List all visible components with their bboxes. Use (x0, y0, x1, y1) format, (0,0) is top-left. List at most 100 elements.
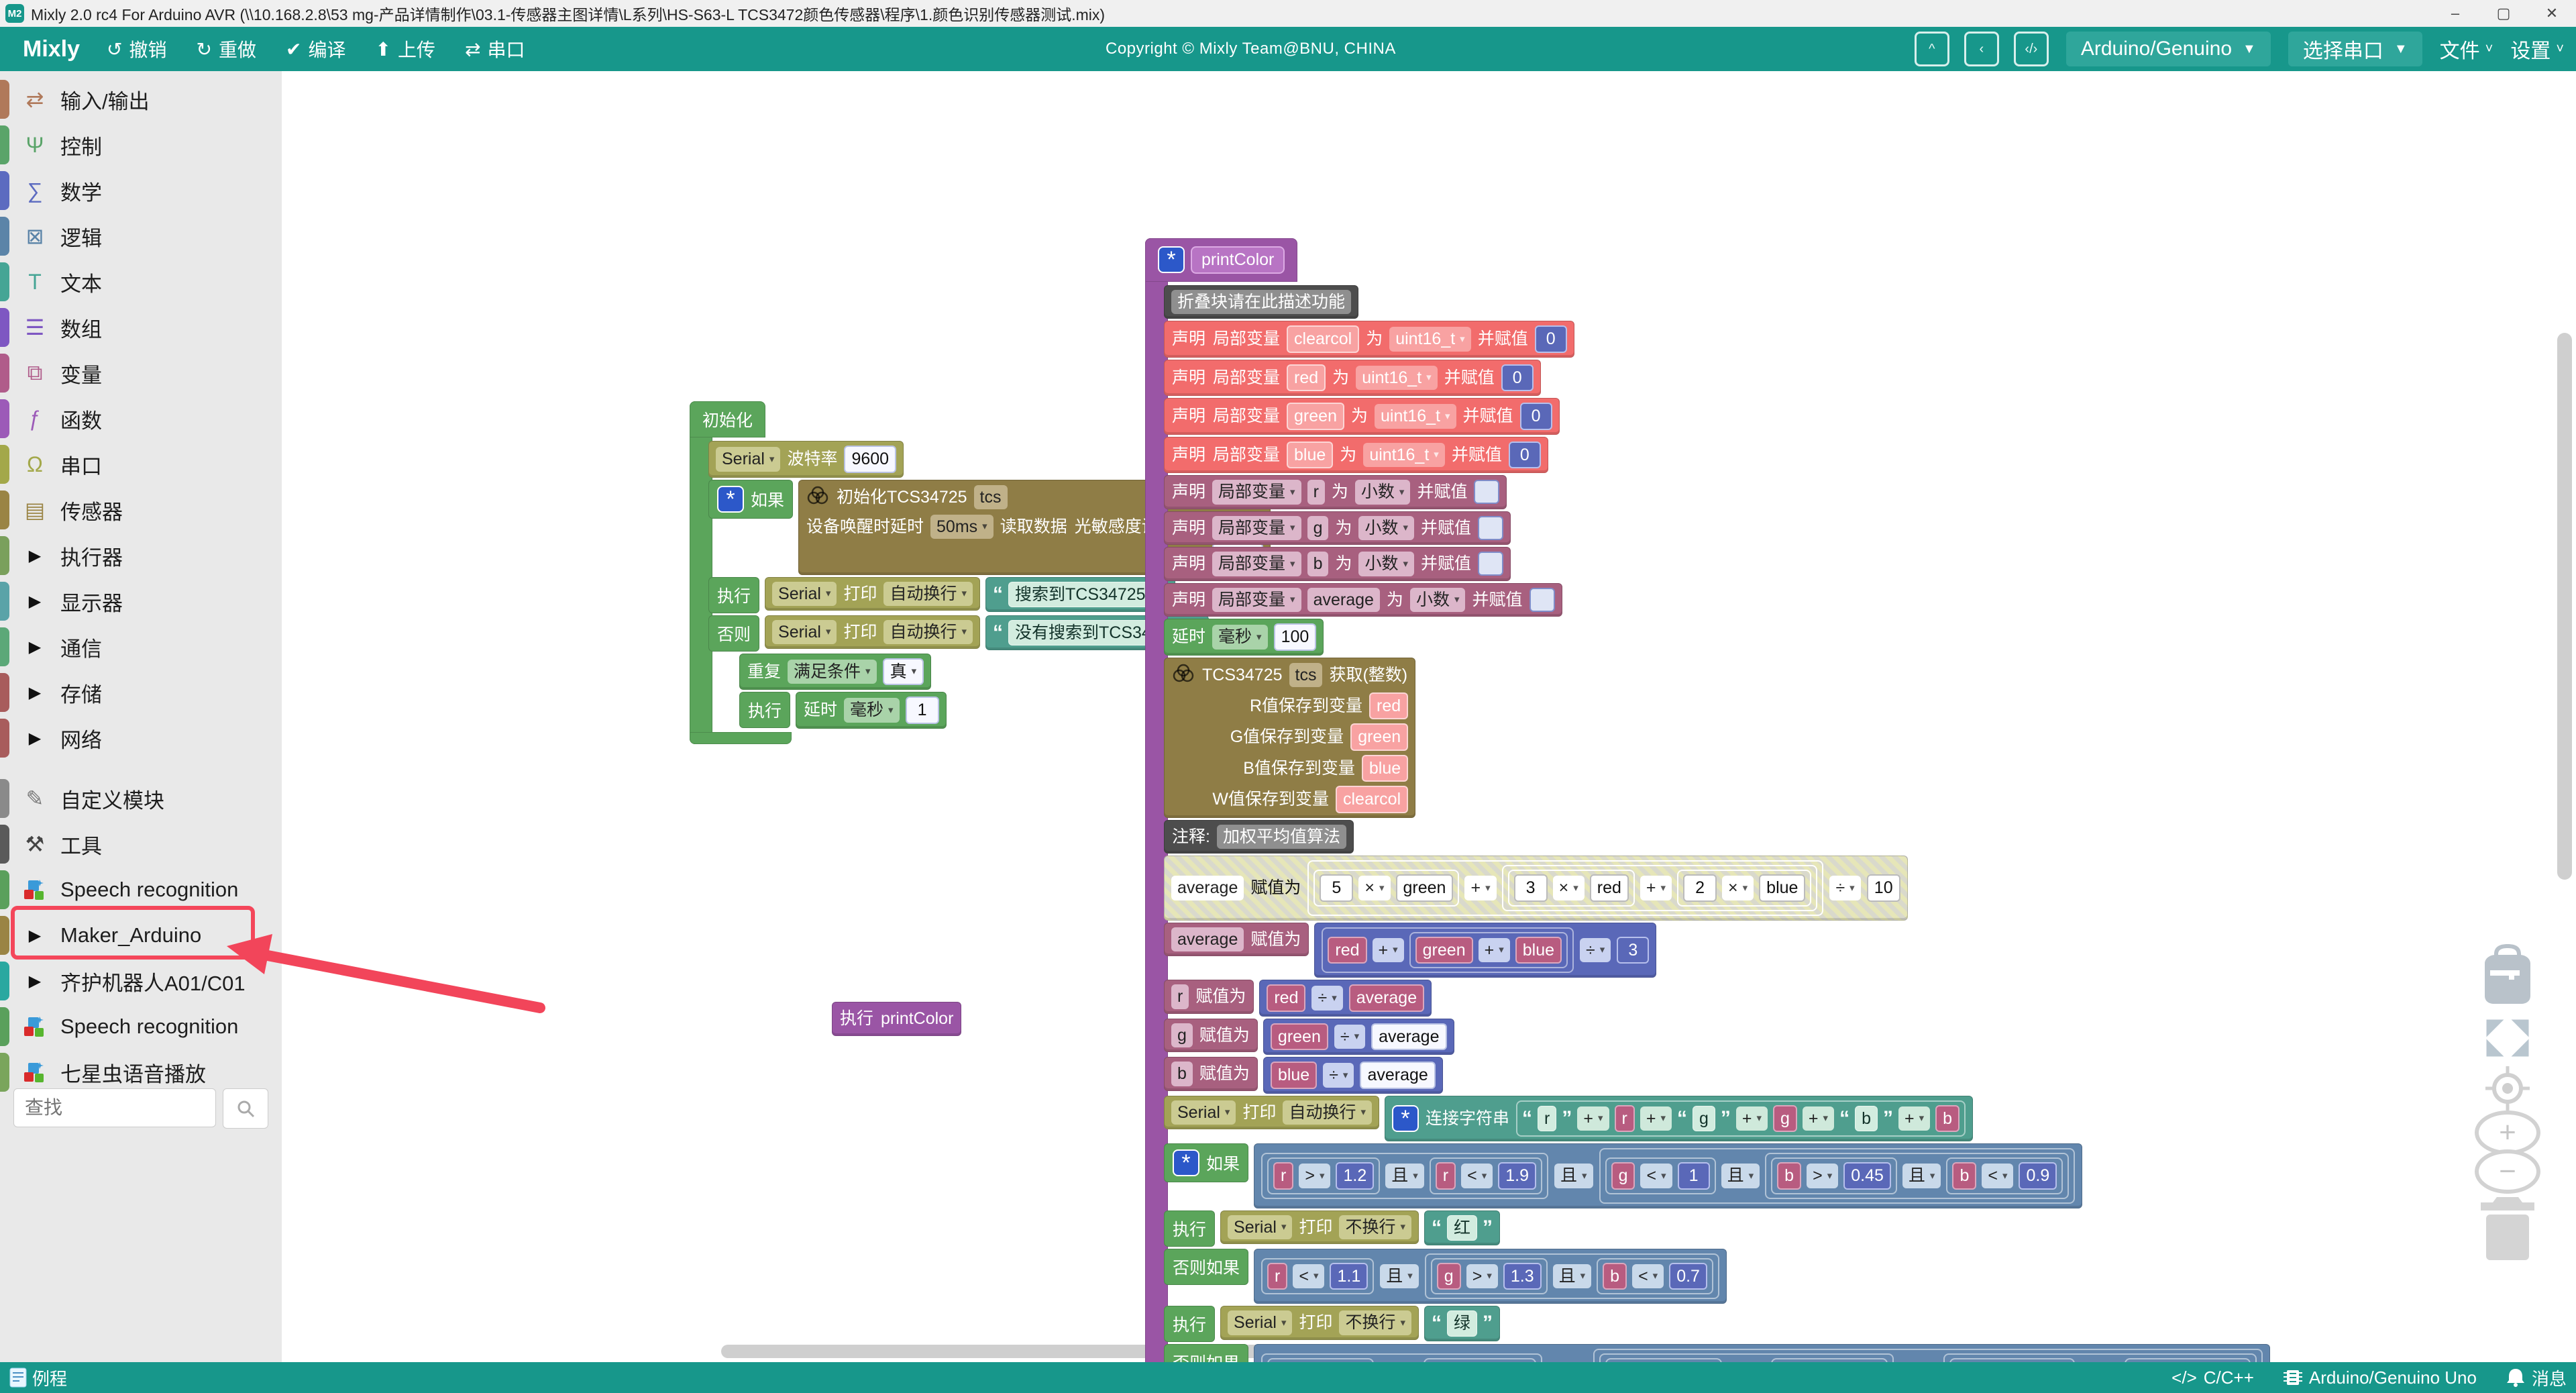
minimize-button[interactable]: – (2431, 0, 2479, 27)
variable-pill[interactable]: red (1287, 364, 1326, 392)
variable-pill[interactable]: clearcol (1287, 325, 1359, 353)
dropdown-field[interactable]: Serial▾ (1228, 1215, 1292, 1240)
value-input[interactable]: red (1590, 874, 1629, 902)
statement-label[interactable]: 执行 (1164, 1306, 1215, 1342)
variable-pill[interactable]: clearcol (1336, 786, 1408, 813)
file-menu[interactable]: 文件 ˅ (2440, 34, 2493, 64)
field-chip[interactable]: g (1307, 516, 1329, 541)
dropdown-field[interactable]: Serial▾ (1228, 1310, 1292, 1335)
mauve-block[interactable]: 声明局部变量▾average为小数▾并赋值 (1164, 583, 1562, 617)
variable-pill[interactable]: g (1611, 1162, 1635, 1190)
sidebar-item-variable[interactable]: ⧉变量 (0, 350, 282, 396)
search-button[interactable] (223, 1088, 268, 1129)
collapse-sidebar-icon[interactable]: ‹ (1964, 32, 1999, 66)
dropdown-field[interactable]: 不换行▾ (1339, 1310, 1411, 1335)
operator-dropdown[interactable]: ÷▾ (1311, 986, 1342, 1011)
variable-pill[interactable]: r (1615, 1105, 1635, 1133)
function-name-chip[interactable]: printColor (1191, 246, 1285, 274)
sidebar-item-sensor[interactable]: ▤传感器 (0, 487, 282, 533)
indigo-block[interactable]: red÷▾average (1259, 980, 1432, 1017)
sidebar-item-function[interactable]: ƒ函数 (0, 396, 282, 442)
field-chip[interactable]: average (1171, 927, 1244, 952)
value-input[interactable]: average (1371, 1023, 1446, 1051)
green-block[interactable]: 延时毫秒▾100 (1164, 619, 1324, 656)
variable-pill[interactable]: b (1603, 1263, 1627, 1290)
field-chip[interactable]: 加权平均值算法 (1217, 825, 1346, 849)
sidebar-item-display[interactable]: ▶显示器 (0, 578, 282, 624)
sidebar-item-qihu-robot[interactable]: ▶齐护机器人A01/C01 (0, 958, 282, 1004)
field-chip[interactable]: b (1307, 552, 1329, 576)
dropdown-field[interactable]: 自动换行▾ (883, 620, 973, 645)
field-chip[interactable]: tcs (1289, 663, 1323, 688)
field-chip[interactable]: b (1171, 1062, 1193, 1086)
number-value[interactable]: 1.2 (1336, 1162, 1374, 1190)
operator-dropdown[interactable]: 且▾ (1721, 1164, 1760, 1188)
value-input[interactable]: 1 (906, 696, 939, 724)
variable-pill[interactable]: red (1328, 937, 1366, 964)
number-value[interactable]: 0 (1535, 325, 1567, 353)
printcolor-function[interactable]: *printColor折叠块请在此描述功能声明局部变量clearcol为uint… (1145, 238, 2275, 1362)
variable-pill[interactable]: b (1952, 1162, 1976, 1190)
number-value[interactable]: 1.3 (1503, 1263, 1542, 1290)
mauve-block[interactable]: b赋值为 (1164, 1057, 1258, 1091)
brand-logo[interactable]: Mixly (23, 36, 80, 62)
indigo-block[interactable]: green÷▾average (1263, 1019, 1454, 1055)
string-literal[interactable]: g (1693, 1106, 1715, 1132)
close-button[interactable]: ✕ (2528, 0, 2576, 27)
dropdown-field[interactable]: 小数▾ (1358, 552, 1414, 576)
statement-label[interactable]: 否则如果 (1164, 1249, 1248, 1285)
board-status[interactable]: Arduino/Genuino Uno (2284, 1368, 2477, 1388)
mauve-block[interactable]: 声明局部变量▾b为小数▾并赋值 (1164, 547, 1511, 581)
sidebar-item-math[interactable]: ∑数学 (0, 168, 282, 213)
operator-dropdown[interactable]: 且▾ (1902, 1164, 1941, 1188)
operator-dropdown[interactable]: ×▾ (1358, 876, 1390, 900)
green-block[interactable]: 重复满足条件▾真▾ (739, 654, 931, 690)
container-header[interactable]: 初始化 (690, 401, 765, 437)
dropdown-field[interactable]: uint16_t▾ (1375, 404, 1456, 429)
field-chip[interactable]: tcs (974, 485, 1008, 510)
gear-icon[interactable]: * (1173, 1149, 1199, 1176)
dropdown-field[interactable]: Serial▾ (716, 447, 780, 472)
sidebar-item-logic[interactable]: ⊠逻辑 (0, 213, 282, 259)
khaki-block[interactable]: Serial▾打印自动换行▾ (765, 577, 980, 611)
operator-dropdown[interactable]: +▾ (1479, 938, 1510, 963)
number-value[interactable]: 0 (1520, 403, 1552, 430)
variable-pill[interactable]: blue (1515, 937, 1562, 964)
green-block[interactable]: 延时毫秒▾1 (796, 692, 947, 729)
operator-dropdown[interactable]: +▾ (1898, 1106, 1930, 1131)
number-value[interactable]: 3 (1617, 937, 1649, 964)
mauve-block[interactable]: average赋值为 (1164, 923, 1309, 957)
khaki-block[interactable]: Serial▾打印不换行▾ (1220, 1210, 1419, 1245)
statement-label[interactable]: 执行 (708, 577, 759, 613)
red-block[interactable]: 声明局部变量clearcol为uint16_t▾并赋值0 (1164, 321, 1574, 358)
dropdown-field[interactable]: 自动换行▾ (883, 582, 973, 607)
string-literal[interactable]: 红 (1447, 1215, 1477, 1241)
board-select[interactable]: Arduino/Genuino ▼ (2066, 32, 2271, 66)
khaki-block[interactable]: Serial▾打印自动换行▾ (1164, 1096, 1379, 1130)
code-panel-icon[interactable]: ‹/› (2014, 32, 2049, 66)
statement-label[interactable]: 否则 (708, 615, 759, 652)
variable-pill[interactable]: g (1773, 1105, 1797, 1133)
variable-pill[interactable]: blue (1287, 442, 1333, 469)
gear-icon[interactable]: * (717, 486, 744, 513)
mauve-block[interactable]: g赋值为 (1164, 1019, 1258, 1053)
dropdown-field[interactable]: uint16_t▾ (1363, 443, 1445, 468)
dropdown-field[interactable]: 毫秒▾ (1212, 625, 1268, 650)
string-literal[interactable]: r (1538, 1106, 1556, 1132)
statement-label[interactable]: *如果 (708, 480, 793, 519)
sidebar-item-custom-module[interactable]: ✎自定义模块 (0, 776, 282, 821)
number-value[interactable]: 0.9 (2019, 1162, 2057, 1190)
operator-dropdown[interactable]: <▾ (1982, 1164, 2013, 1188)
dropdown-field[interactable]: Serial▾ (1171, 1100, 1236, 1125)
expand-workspace-icon[interactable] (2467, 1019, 2548, 1057)
sidebar-item-text[interactable]: T文本 (0, 259, 282, 305)
string-literal[interactable]: 搜索到TCS34725 (1008, 582, 1152, 608)
value-dropdown[interactable]: 真▾ (883, 658, 924, 686)
value-input[interactable]: average (1360, 1062, 1435, 1089)
tealstr-block[interactable]: “绿” (1424, 1306, 1500, 1341)
trash-icon[interactable] (2467, 1193, 2548, 1263)
call-block[interactable]: 执行printColor (832, 1002, 961, 1036)
statement-label[interactable]: 执行 (1164, 1210, 1215, 1247)
variable-pill[interactable]: green (1415, 937, 1473, 964)
steel-block[interactable]: r>▾1且▾r<▾1.5且▾g>▾1.1且▾g<▾1.4且▾b>▾0.35且▾b… (1254, 1344, 2270, 1362)
